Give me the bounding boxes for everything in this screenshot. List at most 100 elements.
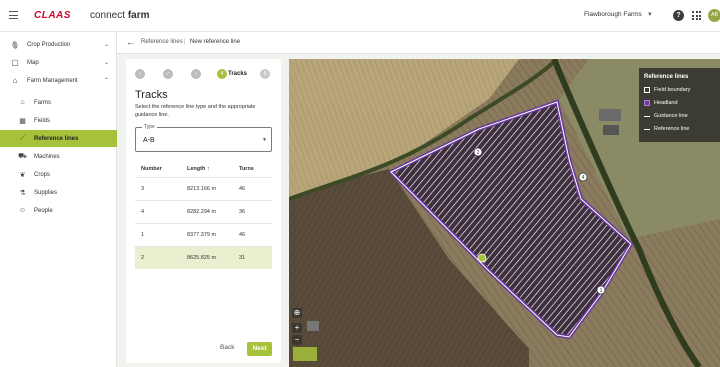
locate-icon[interactable]: ⊕ — [292, 308, 302, 318]
dropdown-arrow-icon: ▼ — [262, 137, 267, 143]
sidebar-item-map[interactable]: ▢ Map ⌄ — [0, 54, 117, 71]
marker-4-label: 4 — [582, 175, 585, 181]
farm-icon: ⌂ — [20, 99, 25, 106]
breadcrumb-current: New reference line — [190, 39, 241, 45]
step-4-current: 4 — [217, 69, 227, 79]
next-button[interactable]: Next — [247, 342, 272, 356]
back-button[interactable]: Back — [220, 344, 234, 351]
legend-item-label: Guidance line — [654, 113, 688, 119]
chevron-down-icon: ⌄ — [104, 60, 110, 66]
legend-item-headland: Headland — [644, 100, 678, 106]
column-header-turns[interactable]: Turns — [239, 166, 254, 172]
legend-item-label: Reference line — [654, 126, 690, 132]
type-select[interactable]: Type A-B ▼ — [135, 124, 272, 152]
type-select-label: Type — [142, 124, 157, 130]
legend-item-label: Headland — [654, 100, 678, 106]
sidebar-item-label: Machines — [34, 153, 60, 160]
top-bar: CLAAS connect farm Flawborough Farms ▼ ? … — [0, 0, 720, 32]
legend-title: Reference lines — [644, 74, 689, 80]
step-2-done[interactable]: ✓ — [163, 69, 173, 79]
sidebar-item-label: People — [34, 207, 53, 214]
table-row[interactable]: 1 8377.379 m 46 — [135, 223, 272, 246]
avatar[interactable]: AB — [708, 9, 720, 22]
crop-production-icon: ⟬⟭ — [12, 39, 18, 49]
guidance-line-icon — [644, 115, 650, 117]
farm-building — [599, 109, 621, 121]
people-icon: ☺ — [18, 207, 27, 214]
marker-1-label: 1 — [600, 288, 603, 294]
cell-turns: 36 — [239, 209, 246, 215]
apps-grid-icon[interactable] — [692, 11, 701, 20]
legend-item-reference-line: Reference line — [644, 126, 689, 132]
cell-turns: 46 — [239, 232, 246, 238]
chevron-down-icon: ▼ — [646, 11, 653, 18]
table-row[interactable]: 3 8213.166 m 46 — [135, 177, 272, 200]
reference-line-icon: ⟋ — [20, 134, 25, 142]
wizard-panel: ✓ ✓ ✓ 4 Tracks 5 Tracks Select the refer… — [126, 59, 281, 363]
legend-item-field-boundary: Field boundary — [644, 87, 690, 93]
step-5: 5 — [260, 69, 270, 79]
sidebar-item-machines[interactable]: ⛟ Machines — [0, 148, 117, 165]
zoom-in-button[interactable]: + — [292, 323, 302, 333]
sidebar-item-reference-lines[interactable]: ⟋ Reference lines — [0, 130, 117, 147]
cell-number: 4 — [141, 209, 145, 215]
step-3-done[interactable]: ✓ — [191, 69, 201, 79]
cell-number: 3 — [141, 186, 145, 192]
sidebar-item-supplies[interactable]: ⚗ Supplies — [0, 184, 117, 201]
sidebar-item-farms[interactable]: ⌂ Farms — [0, 94, 117, 111]
sidebar-item-crops[interactable]: ❦ Crops — [0, 166, 117, 183]
sidebar-item-label: Farms — [34, 99, 51, 106]
app-name: connect farm — [90, 9, 150, 22]
map-legend: Reference lines Field boundary Headland … — [639, 68, 720, 142]
cell-turns: 46 — [239, 186, 246, 192]
menu-icon[interactable] — [9, 11, 18, 19]
cell-number: 1 — [141, 232, 145, 238]
column-header-length[interactable]: Length ↑ — [187, 166, 210, 172]
map-icon: ▢ — [11, 57, 19, 67]
table-header: Number Length ↑ Turns — [135, 163, 272, 177]
cell-length: 8282.294 m — [187, 209, 217, 215]
sidebar-item-label: Crop Production — [27, 41, 71, 48]
table-row[interactable]: 4 8282.294 m 36 — [135, 200, 272, 223]
sidebar-item-crop-production[interactable]: ⟬⟭ Crop Production ⌄ — [0, 36, 117, 53]
headland-icon — [644, 100, 650, 106]
back-arrow-icon[interactable]: ← — [126, 37, 135, 47]
cell-number: 2 — [141, 255, 145, 261]
reference-line-icon — [644, 128, 650, 130]
sidebar-item-label: Fields — [34, 117, 51, 124]
sidebar-item-people[interactable]: ☺ People — [0, 202, 117, 219]
table-row-selected[interactable]: 2 8625.825 m 31 — [135, 246, 272, 269]
breadcrumb-parent-link[interactable]: Reference lines — [141, 39, 183, 45]
app-name-bold: farm — [127, 10, 150, 21]
reference-point-marker[interactable] — [477, 253, 487, 263]
sidebar-item-farm-management[interactable]: ⌂ Farm Management ⌃ — [0, 72, 117, 89]
chevron-down-icon: ⌄ — [104, 42, 110, 48]
map-scale-bar — [293, 347, 317, 361]
tractor-icon: ⛟ — [18, 153, 27, 160]
farm-selector[interactable]: Flawborough Farms ▼ — [584, 11, 653, 18]
page-description: Select the reference line type and the a… — [135, 104, 256, 118]
zoom-out-button[interactable]: − — [292, 335, 302, 345]
help-icon[interactable]: ? — [673, 10, 684, 21]
cell-length: 8625.825 m — [187, 255, 217, 261]
breadcrumb-separator: | — [184, 39, 186, 45]
field-icon: ▦ — [19, 117, 26, 125]
farm-name: Flawborough Farms — [584, 11, 642, 18]
legend-item-guidance-line: Guidance line — [644, 113, 688, 119]
column-header-number[interactable]: Number — [141, 166, 162, 172]
legend-item-label: Field boundary — [654, 87, 691, 93]
breadcrumb: ← Reference lines | New reference line — [117, 32, 720, 54]
farm-building — [603, 125, 619, 135]
type-select-value: A-B — [143, 137, 155, 144]
sidebar-item-label: Map — [27, 59, 39, 66]
farm-management-icon: ⌂ — [12, 75, 18, 85]
crop-icon: ❦ — [19, 171, 26, 179]
cell-length: 8377.379 m — [187, 232, 217, 238]
cell-length: 8213.166 m — [187, 186, 217, 192]
step-label: Tracks — [228, 71, 248, 77]
marker-2-label: 2 — [477, 150, 480, 156]
sidebar-item-label: Supplies — [34, 189, 58, 196]
sidebar-item-fields[interactable]: ▦ Fields — [0, 112, 117, 129]
step-1-done[interactable]: ✓ — [135, 69, 145, 79]
farm-building — [307, 321, 319, 331]
